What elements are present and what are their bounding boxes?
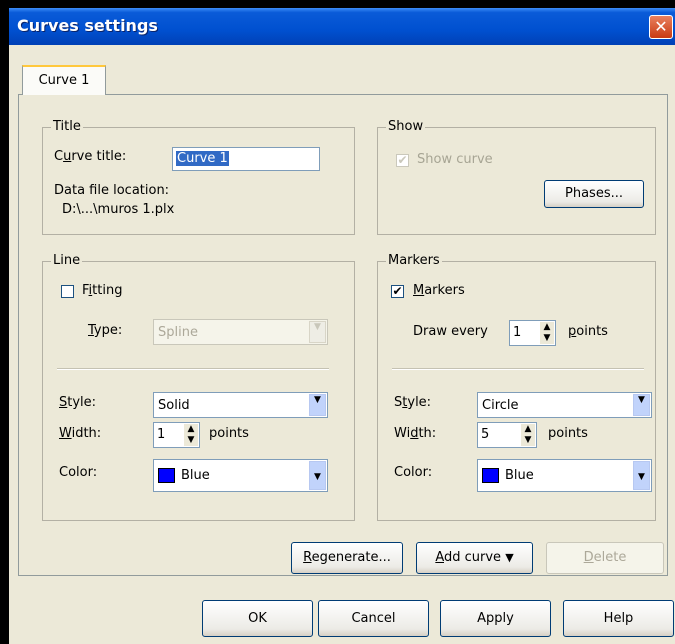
draw-every-unit: points	[568, 324, 608, 339]
spin-up-icon[interactable]: ▲	[540, 322, 554, 333]
apply-button-label: Apply	[477, 611, 514, 626]
spin-up-icon[interactable]: ▲	[184, 424, 198, 435]
show-curve-label: Show curve	[417, 152, 493, 167]
line-style-value: Solid	[158, 398, 190, 413]
tab-curve-1[interactable]: Curve 1	[22, 65, 106, 95]
chevron-down-icon: ▼	[309, 461, 326, 490]
line-width-spinner[interactable]: 1 ▲ ▼	[153, 422, 200, 448]
marker-style-value: Circle	[482, 398, 519, 413]
title-group-legend: Title	[51, 119, 83, 134]
spin-down-icon[interactable]: ▼	[540, 333, 554, 344]
color-swatch	[158, 468, 175, 483]
line-width-unit: points	[209, 426, 249, 441]
show-curve-checkbox[interactable]: ✔	[396, 154, 409, 167]
close-icon[interactable]: ✕	[649, 15, 673, 39]
regenerate-button[interactable]: Regenerate...	[291, 542, 403, 574]
fitting-checkbox[interactable]	[61, 285, 74, 298]
marker-style-select[interactable]: Circle ▼	[477, 392, 652, 418]
line-group-legend: Line	[51, 253, 83, 268]
marker-width-spinner[interactable]: 5 ▲ ▼	[477, 422, 537, 448]
chevron-down-icon: ▼	[633, 394, 650, 416]
title-group: Title Curve title: Curve 1 Data file loc…	[42, 119, 355, 235]
marker-width-label: Width:	[394, 426, 437, 441]
data-file-path: D:\...\muros 1.plx	[62, 202, 175, 217]
markers-label: Markers	[413, 283, 465, 298]
draw-every-value: 1	[513, 325, 522, 340]
show-group-legend: Show	[386, 119, 426, 134]
spin-down-icon[interactable]: ▼	[521, 435, 535, 446]
marker-width-value: 5	[481, 427, 490, 442]
line-style-select[interactable]: Solid ▼	[153, 392, 328, 418]
marker-style-label: Style:	[394, 395, 432, 410]
color-swatch	[482, 468, 499, 483]
fitting-label: Fitting	[82, 283, 123, 298]
line-color-label: Color:	[59, 465, 98, 480]
marker-color-name: Blue	[505, 468, 534, 483]
marker-color-select[interactable]: Blue ▼	[477, 459, 652, 492]
markers-checkbox[interactable]: ✔	[391, 285, 404, 298]
chevron-down-icon: ▼	[505, 551, 514, 564]
markers-separator	[392, 368, 644, 370]
spin-up-icon[interactable]: ▲	[521, 424, 535, 435]
marker-width-unit: points	[548, 426, 588, 441]
line-style-label: Style:	[59, 395, 97, 410]
show-group: Show ✔ Show curve Phases...	[377, 119, 656, 235]
chevron-down-icon: ▼	[633, 461, 650, 490]
type-label: Type:	[88, 323, 123, 338]
ok-button[interactable]: OK	[202, 600, 313, 637]
title-bar[interactable]: Curves settings ✕	[9, 8, 675, 45]
line-color-select[interactable]: Blue ▼	[153, 459, 328, 492]
help-button-label: Help	[603, 611, 634, 626]
add-curve-button[interactable]: Add curve ▼	[416, 542, 533, 574]
tab-label: Curve 1	[38, 73, 90, 88]
ok-button-label: OK	[248, 611, 267, 626]
chevron-down-icon: ▼	[309, 394, 326, 416]
apply-button[interactable]: Apply	[440, 600, 551, 637]
line-width-value: 1	[157, 427, 166, 442]
curve-title-label: Curve title:	[54, 149, 127, 164]
curve-title-value: Curve 1	[176, 151, 229, 166]
line-color-value: Blue	[158, 460, 210, 491]
markers-group-legend: Markers	[386, 253, 442, 268]
type-select[interactable]: Spline ▼	[153, 319, 328, 345]
type-value: Spline	[158, 325, 198, 340]
marker-color-label: Color:	[394, 465, 433, 480]
curve-title-input[interactable]: Curve 1	[172, 147, 320, 171]
line-separator	[57, 368, 329, 370]
help-button[interactable]: Help	[563, 600, 674, 637]
line-width-label: Width:	[59, 426, 102, 441]
marker-color-value: Blue	[482, 460, 534, 491]
draw-every-spinner[interactable]: 1 ▲ ▼	[509, 320, 556, 346]
draw-every-label: Draw every	[413, 324, 488, 339]
data-file-label: Data file location:	[54, 183, 170, 198]
phases-button-label: Phases...	[565, 186, 623, 201]
cancel-button-label: Cancel	[351, 611, 396, 626]
cancel-button[interactable]: Cancel	[318, 600, 429, 637]
spin-down-icon[interactable]: ▼	[184, 435, 198, 446]
window-title: Curves settings	[17, 16, 158, 35]
markers-group: Markers ✔ Markers Draw every 1 ▲ ▼ point…	[377, 253, 656, 521]
delete-button[interactable]: Delete	[546, 542, 664, 574]
line-group: Line Fitting Type: Spline ▼ Style: Solid…	[42, 253, 355, 521]
tab-page: Title Curve title: Curve 1 Data file loc…	[18, 94, 668, 576]
line-color-name: Blue	[181, 468, 210, 483]
chevron-down-icon: ▼	[309, 321, 326, 343]
curves-settings-dialog: Curves settings ✕ Curve 1 Title Curve ti…	[9, 8, 675, 644]
phases-button[interactable]: Phases...	[544, 180, 644, 208]
